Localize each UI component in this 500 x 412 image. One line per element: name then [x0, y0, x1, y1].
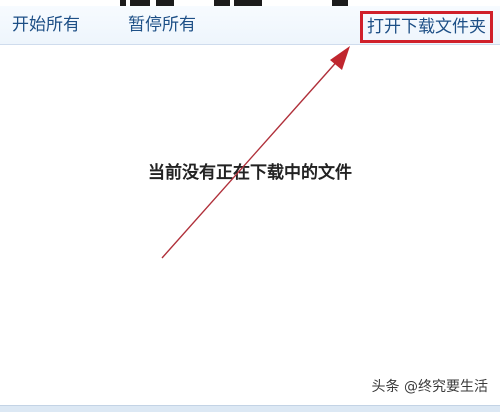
arrow-icon	[161, 46, 350, 259]
start-all-button[interactable]: 开始所有	[12, 15, 80, 35]
download-manager-window: 开始所有 暂停所有 打开下载文件夹 当前没有正在下载中的文件 头条 @终究要生活	[0, 0, 500, 412]
empty-download-message: 当前没有正在下载中的文件	[148, 163, 352, 183]
open-download-folder-button[interactable]: 打开下载文件夹	[360, 11, 493, 43]
download-toolbar: 开始所有 暂停所有 打开下载文件夹	[0, 6, 500, 45]
arrow-head	[330, 46, 350, 70]
watermark-text: 头条 @终究要生活	[371, 379, 488, 395]
pause-all-button[interactable]: 暂停所有	[128, 15, 196, 35]
window-bottom-edge	[0, 405, 500, 412]
